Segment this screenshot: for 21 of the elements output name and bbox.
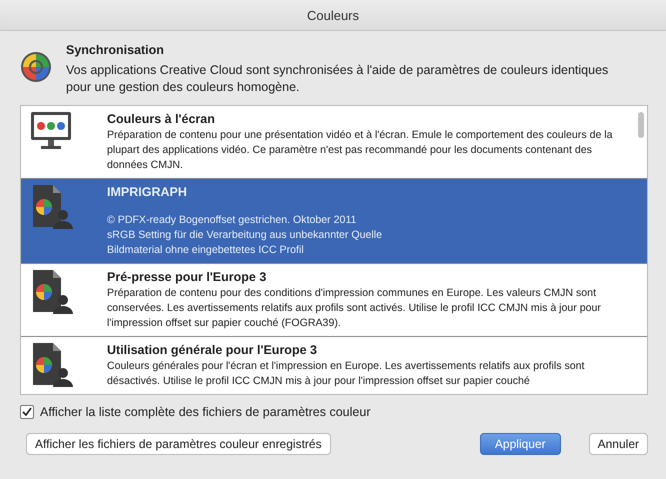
setting-description: sRGB Setting für die Verarbeitung aus unbekannter Quelle bbox=[107, 228, 382, 243]
setting-description: Préparation de contenu pour des conditions d'impression communes en Europe. Les valeurs CMJN sont conservées. Les avertissements relatifs aux profils sont activés. Utilise le profil ICC CMJN mis à jour pour l'impression offset sur papier couché (FOGRA39). bbox=[107, 286, 602, 331]
setting-description: Couleurs générales pour l'écran et l'impression en Europe. Les avertissements relatifs aux profils sont désactivés. Utilise le profil ICC CMJN mis à jour pour l'impression offset sur papier couché bbox=[107, 359, 586, 389]
window-title: Couleurs bbox=[306, 8, 360, 22]
setting-description: © PDFX-ready Bogenoffset gestrichen. Oktober 2011 bbox=[107, 213, 358, 228]
secondary-button[interactable]: Annuler bbox=[588, 433, 648, 455]
setting-title: Couleurs à l'écran bbox=[107, 112, 216, 126]
checkbox-label: Afficher la liste complète des fichiers de paramètres couleur bbox=[40, 405, 370, 419]
setting-title: Pré-presse pour l'Europe 3 bbox=[107, 270, 268, 284]
settings-item[interactable]: IMPRIGRAPH © PDFX-ready Bogenoffset gestrichen. Oktober 2011 sRGB Setting für die Verarbeitung aus unbekannter Quelle Bildmaterial ohne eingebettetes ICC Profil bbox=[21, 179, 647, 264]
setting-title: Utilisation générale pour l'Europe 3 bbox=[107, 343, 318, 357]
secondary-button[interactable]: Afficher les fichiers de paramètres couleur enregistrés bbox=[26, 433, 331, 455]
scrollbar-thumb[interactable] bbox=[638, 112, 644, 138]
setting-description: Préparation de contenu pour une présentation vidéo et à l'écran. Emule le comportement des couleurs de la plupart des applications vidéo. Ce paramètre n'est pas recommandé pour les documents contenant des données CMJN. bbox=[107, 128, 614, 173]
apply-button[interactable]: Appliquer bbox=[480, 433, 561, 455]
setting-description: Bildmaterial ohne eingebettetes ICC Profil bbox=[107, 243, 305, 258]
setting-title: IMPRIGRAPH bbox=[107, 185, 188, 199]
sync-title: Synchronisation bbox=[66, 43, 165, 57]
color-wheel-icon bbox=[20, 51, 52, 83]
checkbox[interactable] bbox=[20, 405, 34, 419]
sync-description: Vos applications Creative Cloud sont synchronisées à l'aide de paramètres de couleurs identiques pour une gestion des couleurs homogène. bbox=[66, 62, 610, 96]
